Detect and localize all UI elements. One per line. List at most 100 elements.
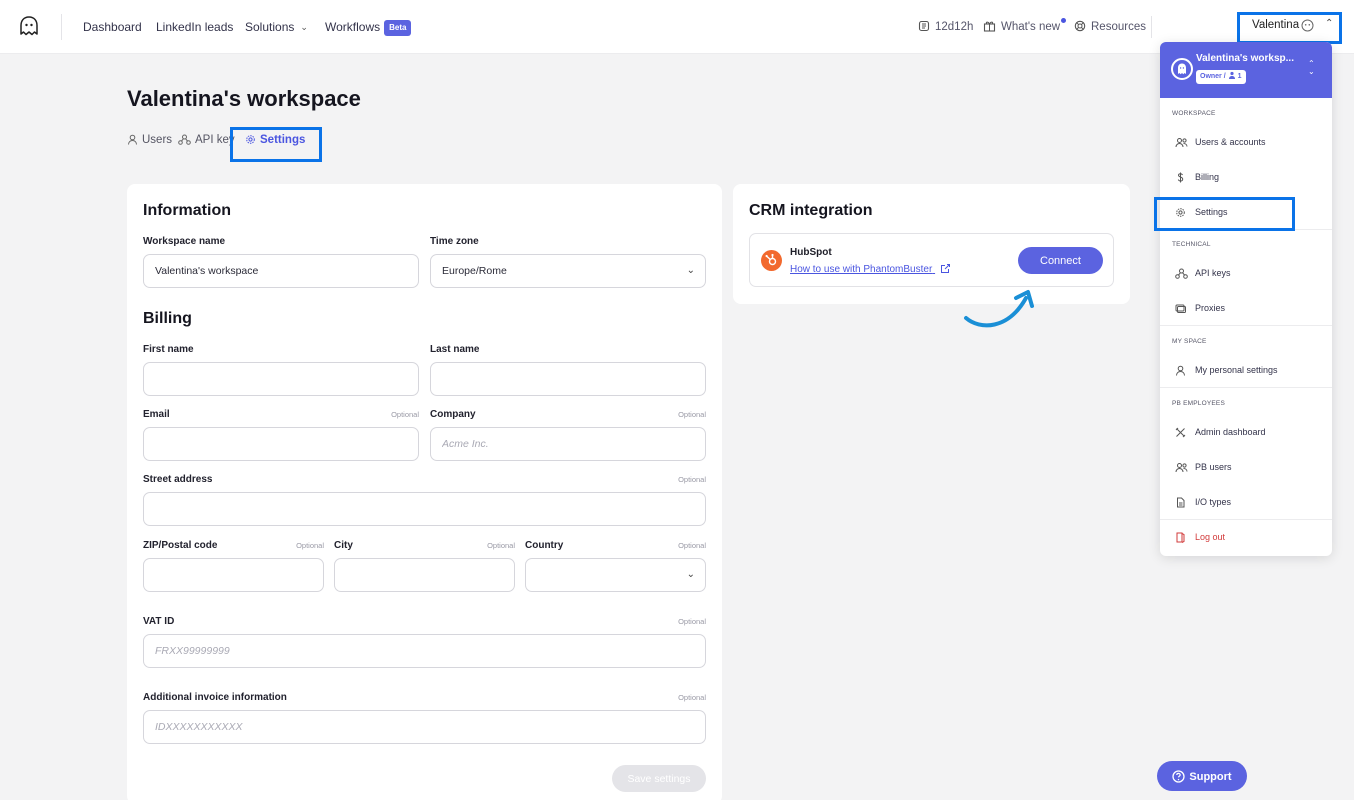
trial-timer-label: 12d12h [935, 21, 974, 33]
last-name-input[interactable] [430, 362, 706, 396]
billing-heading: Billing [143, 310, 192, 327]
vat-id-label: VAT ID [143, 616, 175, 627]
menu-pb-users[interactable]: PB users [1160, 454, 1332, 480]
menu-proxies-label: Proxies [1195, 303, 1226, 313]
menu-billing[interactable]: Billing [1160, 164, 1332, 190]
first-name-label: First name [143, 344, 194, 355]
chevron-down-icon: ⌄ [300, 22, 308, 32]
dollar-icon [1177, 172, 1184, 183]
nav-workflows[interactable]: Workflows Beta [325, 0, 412, 54]
page-title: Valentina's workspace [127, 86, 361, 111]
menu-admin-dashboard[interactable]: Admin dashboard [1160, 419, 1332, 445]
support-label: Support [1189, 770, 1232, 783]
email-label: Email [143, 409, 170, 420]
support-button[interactable]: Support [1157, 761, 1247, 791]
city-label: City [334, 540, 353, 551]
ghost-avatar-icon [1301, 19, 1314, 32]
street-optional: Optional [678, 475, 706, 484]
information-heading: Information [143, 202, 231, 219]
section-pb-employees: PB EMPLOYEES [1172, 400, 1225, 407]
country-optional: Optional [678, 541, 706, 550]
street-address-input[interactable] [143, 492, 706, 526]
role-label: Owner / [1200, 73, 1226, 80]
section-technical: TECHNICAL [1172, 241, 1211, 248]
whats-new-button[interactable]: What's new [983, 0, 1067, 54]
hubspot-integration: HubSpot How to use with PhantomBuster Co… [749, 233, 1114, 287]
hubspot-name: HubSpot [790, 247, 832, 258]
save-settings-button[interactable]: Save settings [612, 765, 706, 792]
company-input[interactable] [430, 427, 706, 461]
menu-billing-label: Billing [1195, 172, 1220, 182]
nav-dashboard[interactable]: Dashboard [83, 0, 142, 54]
user-menu-button[interactable]: Valentina ⌃ [1237, 12, 1342, 44]
menu-users-accounts[interactable]: Users & accounts [1160, 129, 1332, 155]
hubspot-help-link[interactable]: How to use with PhantomBuster [790, 263, 951, 275]
top-nav: Dashboard LinkedIn leads Solutions ⌄ Work… [0, 0, 1354, 54]
zip-input[interactable] [143, 558, 324, 592]
curved-arrow-icon [964, 290, 1034, 328]
email-input[interactable] [143, 427, 419, 461]
vat-optional: Optional [678, 617, 706, 626]
menu-proxies[interactable]: Proxies [1160, 295, 1332, 321]
menu-api-keys[interactable]: API keys [1160, 260, 1332, 286]
user-icon [1176, 365, 1185, 376]
document-icon [1177, 497, 1185, 508]
beta-badge: Beta [384, 20, 412, 36]
menu-divider [1160, 519, 1332, 520]
time-zone-label: Time zone [430, 236, 479, 247]
menu-io-types[interactable]: I/O types [1160, 489, 1332, 515]
city-optional: Optional [487, 541, 515, 550]
nav-solutions[interactable]: Solutions ⌄ [245, 0, 308, 54]
resources-button[interactable]: Resources [1074, 0, 1146, 54]
nav-solutions-label: Solutions [245, 20, 295, 34]
chevron-updown-icon: ⌃ ⌄ [1308, 59, 1315, 76]
tab-users-label: Users [142, 134, 173, 146]
phantom-logo-icon[interactable] [18, 15, 40, 37]
lifebuoy-icon [1074, 20, 1086, 32]
gift-icon [983, 21, 996, 32]
country-label: Country [525, 540, 564, 551]
time-zone-select[interactable]: Europe/Rome ⌄ [430, 254, 706, 288]
whats-new-label: What's new [1001, 21, 1061, 33]
first-name-input[interactable] [143, 362, 419, 396]
section-workspace: WORKSPACE [1172, 110, 1216, 117]
crm-card: CRM integration HubSpot How to use with … [733, 184, 1130, 304]
settings-card: Information Workspace name Time zone Eur… [127, 184, 722, 800]
workspace-name-input[interactable] [143, 254, 419, 288]
tab-api-key-label: API key [195, 134, 235, 146]
tab-api-key[interactable]: API key [178, 134, 235, 146]
additional-info-input[interactable] [143, 710, 706, 744]
settings-menu-highlight [1154, 197, 1295, 231]
role-badge: Owner / 1 [1196, 70, 1246, 84]
tab-users[interactable]: Users [127, 134, 172, 146]
menu-api-keys-label: API keys [1195, 268, 1231, 278]
logout-icon [1176, 532, 1185, 543]
api-icon [1175, 268, 1188, 279]
user-name: Valentina [1252, 19, 1300, 31]
help-icon [1172, 769, 1186, 783]
menu-divider [1160, 387, 1332, 388]
hubspot-help-link-label: How to use with PhantomBuster [790, 264, 933, 275]
crm-heading: CRM integration [749, 202, 873, 219]
chevron-down-icon: ⌄ [686, 265, 695, 276]
menu-personal-settings[interactable]: My personal settings [1160, 357, 1332, 383]
workspace-switcher[interactable]: Valentina's worksp... Owner / 1 ⌃ ⌄ [1160, 42, 1332, 98]
menu-log-out[interactable]: Log out [1160, 524, 1332, 550]
trial-timer[interactable]: 12d12h [918, 0, 973, 54]
vat-id-input[interactable] [143, 634, 706, 668]
section-my-space: MY SPACE [1172, 338, 1207, 345]
country-select[interactable]: ⌄ [525, 558, 706, 592]
city-input[interactable] [334, 558, 515, 592]
last-name-label: Last name [430, 344, 480, 355]
nav-linkedin-leads[interactable]: LinkedIn leads [156, 0, 233, 54]
connect-button[interactable]: Connect [1018, 247, 1103, 274]
proxy-icon [1175, 304, 1186, 313]
member-count: 1 [1237, 73, 1242, 80]
additional-optional: Optional [678, 693, 706, 702]
resources-label: Resources [1091, 21, 1146, 33]
chevron-up-icon: ⌃ [1325, 18, 1334, 29]
nav-divider [1151, 16, 1152, 38]
menu-io-types-label: I/O types [1195, 497, 1232, 507]
menu-personal-settings-label: My personal settings [1195, 365, 1278, 375]
logo-divider [61, 14, 62, 40]
